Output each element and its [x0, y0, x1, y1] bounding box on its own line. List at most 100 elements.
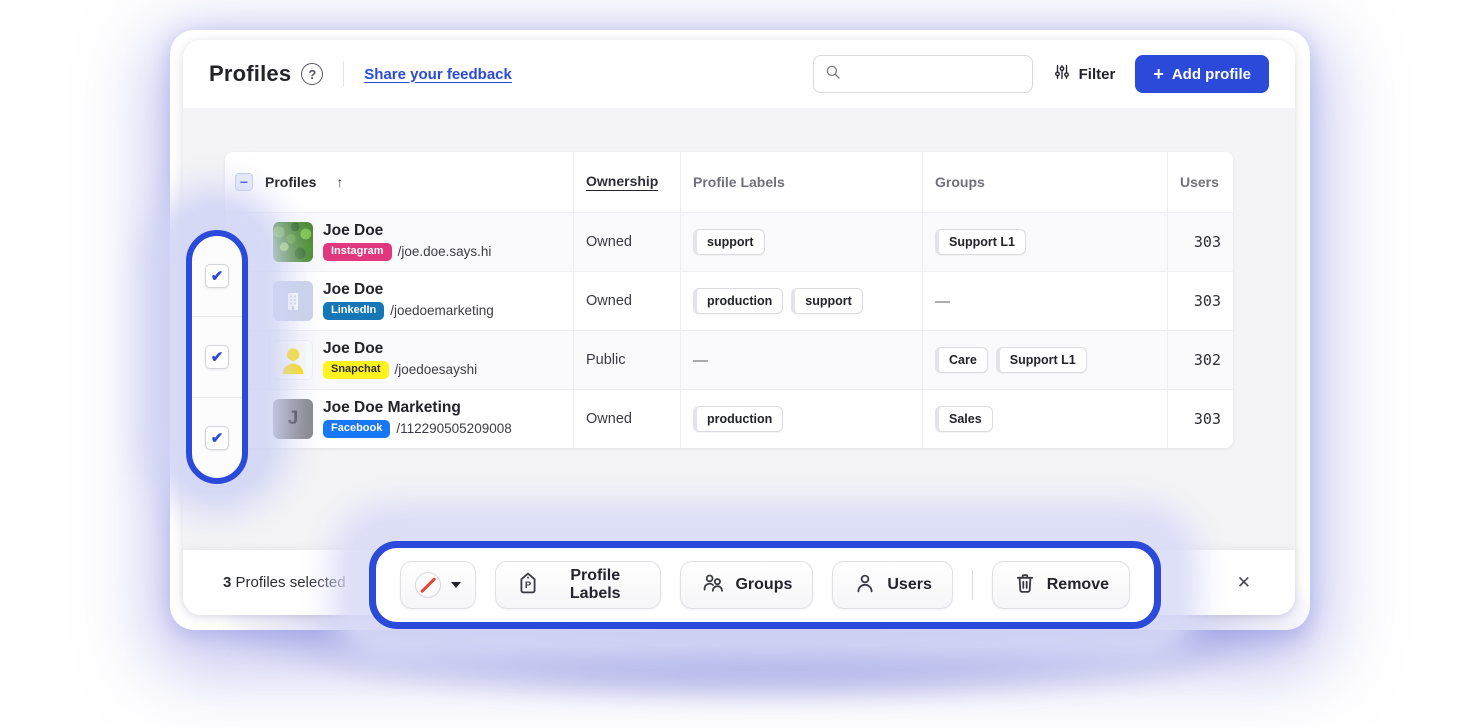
profiles-table: − Profiles ↑ Ownership Profile Labels Gr… [225, 152, 1233, 448]
profile-labels-button[interactable]: P Profile Labels [495, 561, 661, 609]
no-status-icon [415, 572, 441, 598]
user-icon [853, 571, 877, 600]
group-chip: Support L1 [935, 229, 1026, 255]
callout-checkbox-cell: ✔ [192, 316, 242, 397]
remove-button[interactable]: Remove [992, 561, 1130, 609]
groups-cell: Sales [922, 390, 1167, 448]
profile-labels-label: Profile Labels [550, 567, 640, 603]
column-header-profiles[interactable]: − Profiles ↑ [225, 152, 573, 212]
profile-handle: /joedoesayshi [395, 362, 478, 377]
empty-placeholder: — [693, 352, 708, 369]
ownership-cell: Owned [573, 272, 680, 330]
panel-header: Profiles ? Share your feedback Filter [183, 40, 1295, 108]
avatar-letter: J [288, 408, 299, 430]
toolbar-divider [972, 570, 973, 600]
groups-cell: Support L1 [922, 213, 1167, 271]
page-background: Profiles ? Share your feedback Filter [0, 0, 1478, 728]
selection-count-text: 3 Profiles selected [223, 574, 346, 591]
row-checkbox-checked[interactable]: ✔ [205, 264, 229, 288]
trash-icon [1013, 571, 1037, 600]
profile-cell: Joe Doe Instagram /joe.doe.says.hi [225, 213, 573, 271]
filter-label: Filter [1079, 66, 1116, 83]
search-box[interactable] [813, 55, 1033, 93]
table-header-row: − Profiles ↑ Ownership Profile Labels Gr… [225, 152, 1233, 212]
table-row[interactable]: Joe Doe Instagram /joe.doe.says.hi Owned… [225, 212, 1233, 271]
network-badge: Snapchat [323, 361, 389, 379]
group-chip: Care [935, 347, 988, 373]
remove-label: Remove [1047, 576, 1109, 594]
table-row[interactable]: J Joe Doe Marketing Facebook /1122905052… [225, 389, 1233, 448]
add-profile-button[interactable]: + Add profile [1135, 55, 1269, 93]
ownership-cell: Owned [573, 390, 680, 448]
profile-handle: /112290505209008 [396, 421, 511, 436]
feedback-link[interactable]: Share your feedback [364, 66, 512, 83]
avatar [273, 222, 313, 262]
users-button[interactable]: Users [832, 561, 952, 609]
profile-labels-cell: support [680, 213, 922, 271]
row-checkbox-checked[interactable]: ✔ [205, 426, 229, 450]
profile-labels-cell: productionsupport [680, 272, 922, 330]
building-icon [281, 289, 305, 313]
column-header-groups: Groups [922, 152, 1167, 212]
label-chip: production [693, 406, 783, 432]
groups-label: Groups [735, 576, 792, 594]
selection-label: Profiles selected [231, 574, 345, 591]
selected-checkboxes-callout: ✔ ✔ ✔ [186, 230, 248, 484]
profile-name: Joe Doe [323, 282, 494, 298]
header-divider [343, 61, 344, 87]
avatar: J [273, 399, 313, 439]
users-label: Users [887, 576, 931, 594]
column-label-labels: Profile Labels [693, 174, 785, 190]
column-header-users: Users [1167, 152, 1233, 212]
table-row[interactable]: Joe Doe LinkedIn /joedoemarketing Owned … [225, 271, 1233, 330]
select-all-checkbox[interactable]: − [235, 173, 253, 191]
profile-name: Joe Doe Marketing [323, 400, 512, 416]
profile-cell: Joe Doe LinkedIn /joedoemarketing [225, 272, 573, 330]
profile-name: Joe Doe [323, 341, 477, 357]
profile-labels-cell: — [680, 331, 922, 389]
avatar [273, 340, 313, 380]
search-input[interactable] [850, 65, 1022, 83]
table-row[interactable]: Joe Doe Snapchat /joedoesayshi Public — … [225, 330, 1233, 389]
sort-arrow-icon[interactable]: ↑ [336, 174, 343, 190]
network-badge: LinkedIn [323, 302, 384, 320]
label-chip: support [791, 288, 863, 314]
network-badge: Facebook [323, 420, 390, 438]
help-icon[interactable]: ? [301, 63, 323, 85]
table-body: Joe Doe Instagram /joe.doe.says.hi Owned… [225, 212, 1233, 448]
column-label-ownership: Ownership [586, 173, 658, 191]
profile-name: Joe Doe [323, 223, 491, 239]
profile-handle: /joedoemarketing [390, 303, 494, 318]
panel-content: − Profiles ↑ Ownership Profile Labels Gr… [183, 108, 1295, 550]
empty-placeholder: — [935, 293, 950, 310]
svg-text:P: P [525, 580, 532, 591]
ownership-cell: Public [573, 331, 680, 389]
plus-icon: + [1153, 65, 1164, 83]
column-header-labels: Profile Labels [680, 152, 922, 212]
groups-cell: Care Support L1 [922, 331, 1167, 389]
tag-icon: P [516, 571, 540, 600]
person-silhouette-icon [276, 343, 310, 377]
group-chip: Support L1 [996, 347, 1087, 373]
groups-button[interactable]: Groups [680, 561, 813, 609]
row-checkbox-checked[interactable]: ✔ [205, 345, 229, 369]
filter-icon [1053, 63, 1071, 85]
callout-checkbox-cell: ✔ [192, 236, 242, 316]
avatar [273, 281, 313, 321]
bulk-actions-toolbar: P Profile Labels Groups Users Remove [369, 541, 1161, 629]
chevron-down-icon [451, 582, 461, 588]
status-dropdown-button[interactable] [400, 561, 476, 609]
label-chip: support [693, 229, 765, 255]
column-label-profiles: Profiles [265, 174, 316, 190]
group-chip: Sales [935, 406, 993, 432]
users-count: 302 [1167, 331, 1233, 389]
profile-cell: Joe Doe Snapchat /joedoesayshi [225, 331, 573, 389]
network-badge: Instagram [323, 243, 392, 261]
close-icon[interactable]: ✕ [1233, 570, 1255, 595]
column-header-ownership[interactable]: Ownership [573, 152, 680, 212]
users-count: 303 [1167, 390, 1233, 448]
groups-cell: — [922, 272, 1167, 330]
users-count: 303 [1167, 272, 1233, 330]
filter-button[interactable]: Filter [1053, 63, 1116, 85]
profile-handle: /joe.doe.says.hi [398, 244, 492, 259]
